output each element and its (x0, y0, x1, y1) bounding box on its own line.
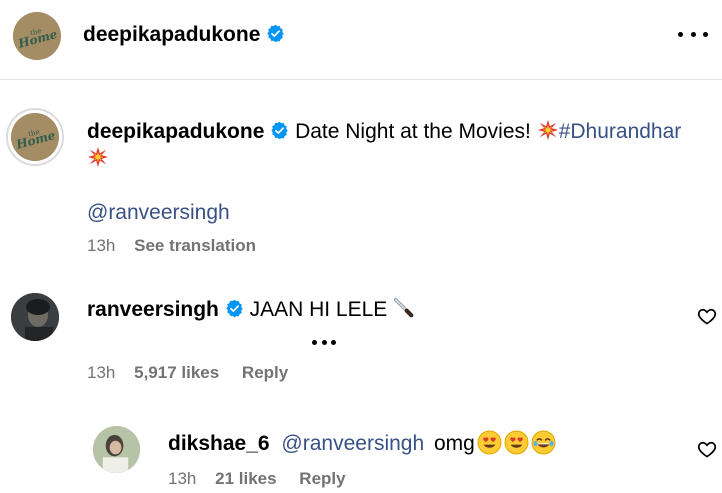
comment-avatar-ranveersingh[interactable] (11, 293, 59, 341)
like-heart-icon[interactable] (697, 306, 717, 326)
heart-eyes-emoji-icon (477, 430, 502, 455)
avatar-photo-icon (11, 293, 59, 341)
header-username-text[interactable]: deepikapadukone (83, 23, 260, 46)
caption-time[interactable]: 13h (87, 236, 115, 255)
comment-text: JAAN HI LELE (249, 298, 388, 321)
verified-badge-icon (267, 24, 284, 43)
avatar-logo-icon: the Home (13, 12, 61, 60)
more-replies-icon[interactable] (312, 340, 336, 346)
header-username[interactable]: deepikapadukone (83, 23, 285, 47)
caption-hashtag[interactable]: #Dhurandhar (559, 120, 682, 143)
comment-mention[interactable]: @ranveersingh (281, 432, 424, 455)
verified-badge-icon (226, 299, 243, 318)
reply-button[interactable]: Reply (242, 363, 288, 382)
comment-avatar-dikshae_6[interactable] (93, 426, 140, 473)
avatar-photo-icon (93, 426, 140, 473)
comment-line-2: dikshae_6 @ranveersingh omg (168, 430, 556, 456)
caption-username[interactable]: deepikapadukone (87, 120, 264, 143)
caption-text: Date Night at the Movies! (295, 120, 531, 143)
knife-emoji-icon (394, 297, 414, 318)
comment-time[interactable]: 13h (168, 469, 196, 488)
collision-emoji-icon (537, 119, 558, 141)
comment-time[interactable]: 13h (87, 363, 115, 382)
collision-emoji-icon (87, 146, 109, 168)
caption-first-line: deepikapadukone Date Night at the Movies… (87, 119, 681, 144)
instagram-comments-panel: the Home deepikapadukone the Home deepik… (0, 0, 722, 493)
comment-likes[interactable]: 5,917 likes (134, 363, 219, 382)
comment-username[interactable]: ranveersingh (87, 298, 219, 321)
comment-username[interactable]: dikshae_6 (168, 432, 270, 455)
caption-avatar[interactable]: the Home (11, 113, 59, 161)
reply-button[interactable]: Reply (299, 469, 345, 488)
more-horizontal-icon[interactable] (678, 23, 708, 45)
comment-meta-2: 13h 21 likes Reply (168, 469, 346, 489)
see-translation-link[interactable]: See translation (134, 236, 256, 255)
verified-badge-icon (271, 121, 288, 140)
post-header: the Home deepikapadukone (0, 0, 722, 80)
caption-mention-line: @ranveersingh (87, 201, 230, 225)
like-heart-icon[interactable] (697, 439, 717, 459)
caption-mention[interactable]: @ranveersingh (87, 201, 230, 224)
caption-meta: 13h See translation (87, 236, 256, 256)
heart-eyes-emoji-icon (504, 430, 529, 455)
avatar-logo-icon: the Home (11, 113, 59, 161)
header-avatar[interactable]: the Home (13, 12, 61, 60)
comment-line-1: ranveersingh JAAN HI LELE (87, 297, 415, 322)
comment-likes[interactable]: 21 likes (215, 469, 276, 488)
comment-text: omg (434, 432, 475, 455)
comment-meta-1: 13h 5,917 likes Reply (87, 363, 288, 383)
tears-of-joy-emoji-icon (531, 430, 556, 455)
caption-second-line (87, 146, 109, 171)
